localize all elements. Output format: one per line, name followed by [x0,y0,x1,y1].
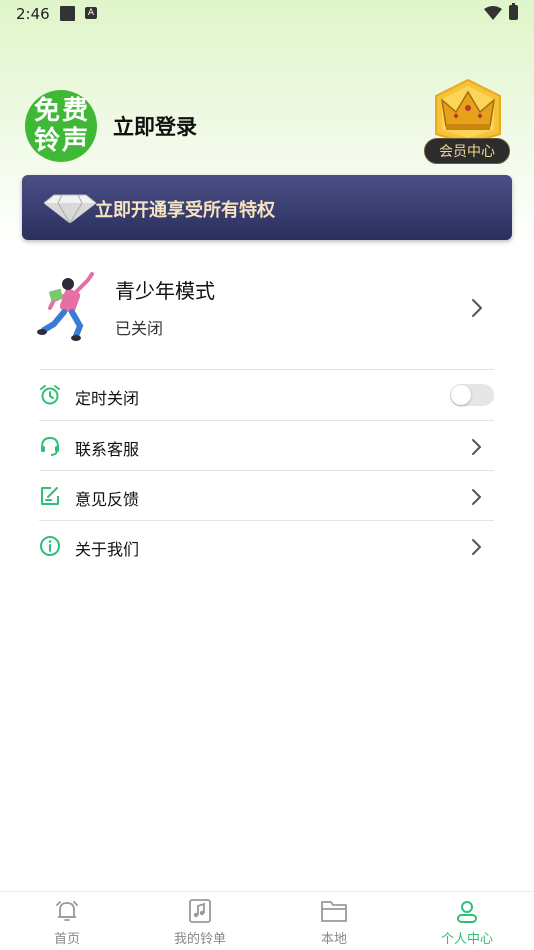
nav-tab-label: 我的铃单 [173,932,226,947]
teen-mode-title: 青少年模式 [115,279,215,303]
status-time: 2:46 [16,5,50,23]
folder-icon [321,901,347,922]
menu-item-about-us[interactable]: 关于我们 [39,521,494,571]
menu-item-label: 定时关闭 [75,389,140,408]
logo-char: 免 [33,96,60,126]
menu-item-label: 联系客服 [75,440,140,459]
headset-icon [41,436,59,456]
vip-center-button[interactable]: 会员中心 [424,78,510,166]
nav-tab-home[interactable]: 首页 [0,892,134,950]
menu-item-contact-support[interactable]: 联系客服 [39,421,494,471]
person-icon [457,901,477,923]
nav-tab-label: 个人中心 [440,932,493,947]
timer-off-toggle[interactable] [450,384,494,406]
bell-icon [56,901,78,921]
info-icon [40,536,60,556]
menu-item-label: 关于我们 [75,540,140,559]
chevron-right-icon [472,489,481,505]
battery-icon [509,3,518,20]
teen-mode-status: 已关闭 [115,319,164,338]
nav-tab-label: 本地 [320,932,347,947]
logo-char: 费 [61,96,88,126]
vip-banner-text: 立即开通享受所有特权 [95,200,275,221]
chevron-right-icon [472,439,481,455]
music-note-icon [189,899,211,923]
nav-tab-local[interactable]: 本地 [267,892,401,950]
logo-char: 声 [61,126,88,156]
logo-char: 铃 [33,126,60,156]
edit-note-icon [41,487,59,505]
nav-tab-label: 首页 [53,932,80,947]
diamond-icon [44,194,96,223]
vip-center-label: 会员中心 [424,138,510,164]
chevron-right-icon [472,299,482,317]
bottom-nav: 首页 我的铃单 本地 个人中心 [0,891,534,950]
app-logo[interactable]: 免 费 铃 声 [25,90,97,162]
login-link[interactable]: 立即登录 [113,111,197,141]
menu-item-timer-off[interactable]: 定时关闭 [39,370,494,420]
toggle-knob [451,385,471,405]
wifi-icon [484,6,502,20]
status-bar: 2:46 A [0,0,534,28]
vip-promo-banner[interactable]: 立即开通享受所有特权 [22,175,512,240]
chevron-right-icon [472,539,481,555]
nav-tab-my-ringlist[interactable]: 我的铃单 [133,892,267,950]
crown-icon [435,78,501,144]
nav-tab-profile[interactable]: 个人中心 [400,892,534,950]
notification-a-icon: A [85,7,97,19]
alarm-clock-icon [40,385,60,405]
notification-square-icon [60,6,75,21]
teen-mode-row[interactable]: 青少年模式 已关闭 [22,262,512,358]
menu-item-feedback[interactable]: 意见反馈 [39,471,494,521]
running-person-illustration [37,272,94,341]
menu-item-label: 意见反馈 [75,490,140,509]
